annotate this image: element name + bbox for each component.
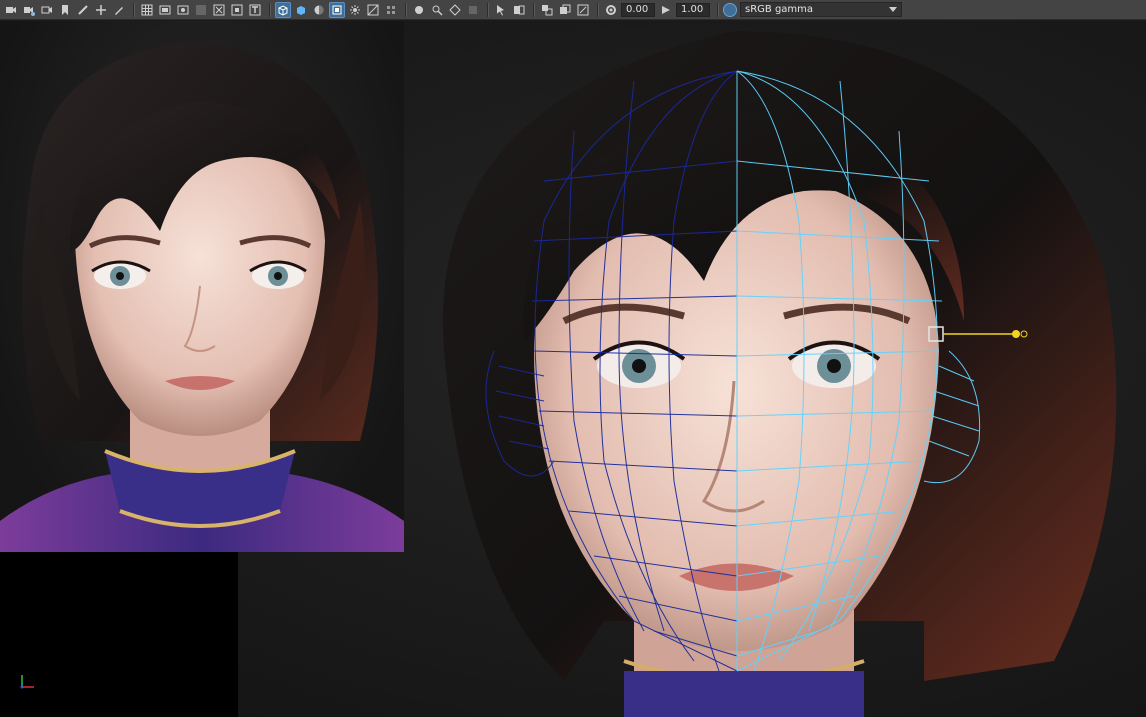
grease-pencil-icon[interactable] [111, 2, 127, 18]
axis-gizmo-icon [20, 675, 34, 689]
lighting-icon[interactable] [365, 2, 381, 18]
resolution-icon[interactable] [557, 2, 573, 18]
exposure-field[interactable]: 0.00 [621, 2, 655, 17]
chevron-down-icon [889, 7, 897, 12]
color-management-icon[interactable] [723, 2, 737, 17]
toolbar-separator [487, 2, 489, 17]
3d-viewport[interactable] [0, 21, 1146, 717]
grid-icon[interactable] [139, 2, 155, 18]
film-gate-icon[interactable] [157, 2, 173, 18]
safe-title-icon[interactable] [247, 2, 263, 18]
camera-icon[interactable] [3, 2, 19, 18]
reference-image-plane [0, 21, 404, 552]
backface-icon[interactable] [465, 2, 481, 18]
multi-panel-icon[interactable] [539, 2, 555, 18]
xray-icon[interactable] [329, 1, 345, 18]
head-model-wireframe[interactable] [404, 21, 1146, 717]
exposure-icon[interactable] [603, 2, 619, 18]
toolbar-separator [717, 2, 719, 17]
viewport-inset-panel [0, 552, 238, 717]
resolution-gate-icon[interactable] [175, 2, 191, 18]
xray-active-icon[interactable] [447, 2, 463, 18]
toolbar-separator [533, 2, 535, 17]
xray-joints-icon[interactable] [429, 2, 445, 18]
main-model-view[interactable] [404, 21, 1146, 717]
viewport-toolbar: 0.00 1.00 sRGB gamma [0, 0, 1146, 20]
wireframe-icon[interactable] [275, 1, 291, 18]
textured-icon[interactable] [347, 2, 363, 18]
camera-attributes-icon[interactable] [21, 2, 37, 18]
hud-icon[interactable] [575, 2, 591, 18]
gamma-field[interactable]: 1.00 [676, 2, 710, 17]
two-panel-icon[interactable] [511, 2, 527, 18]
color-space-value: sRGB gamma [745, 4, 814, 15]
select-camera-icon[interactable] [493, 2, 509, 18]
safe-action-icon[interactable] [229, 2, 245, 18]
toolbar-separator [405, 2, 407, 17]
toolbar-separator [133, 2, 135, 17]
isolate-icon[interactable] [411, 2, 427, 18]
default-material-icon[interactable] [311, 2, 327, 18]
toolbar-separator [597, 2, 599, 17]
reference-portrait [0, 41, 404, 552]
bookmark-camera-icon[interactable] [39, 2, 55, 18]
color-space-dropdown[interactable]: sRGB gamma [740, 2, 902, 17]
smooth-shade-icon[interactable] [293, 2, 309, 18]
shadows-icon[interactable] [383, 2, 399, 18]
pan-icon[interactable] [93, 2, 109, 18]
pencil-icon[interactable] [75, 2, 91, 18]
gate-mask-icon[interactable] [193, 2, 209, 18]
field-chart-icon[interactable] [211, 2, 227, 18]
toolbar-separator [269, 2, 271, 17]
gamma-icon[interactable] [658, 2, 674, 18]
image-plane-icon[interactable] [57, 2, 73, 18]
